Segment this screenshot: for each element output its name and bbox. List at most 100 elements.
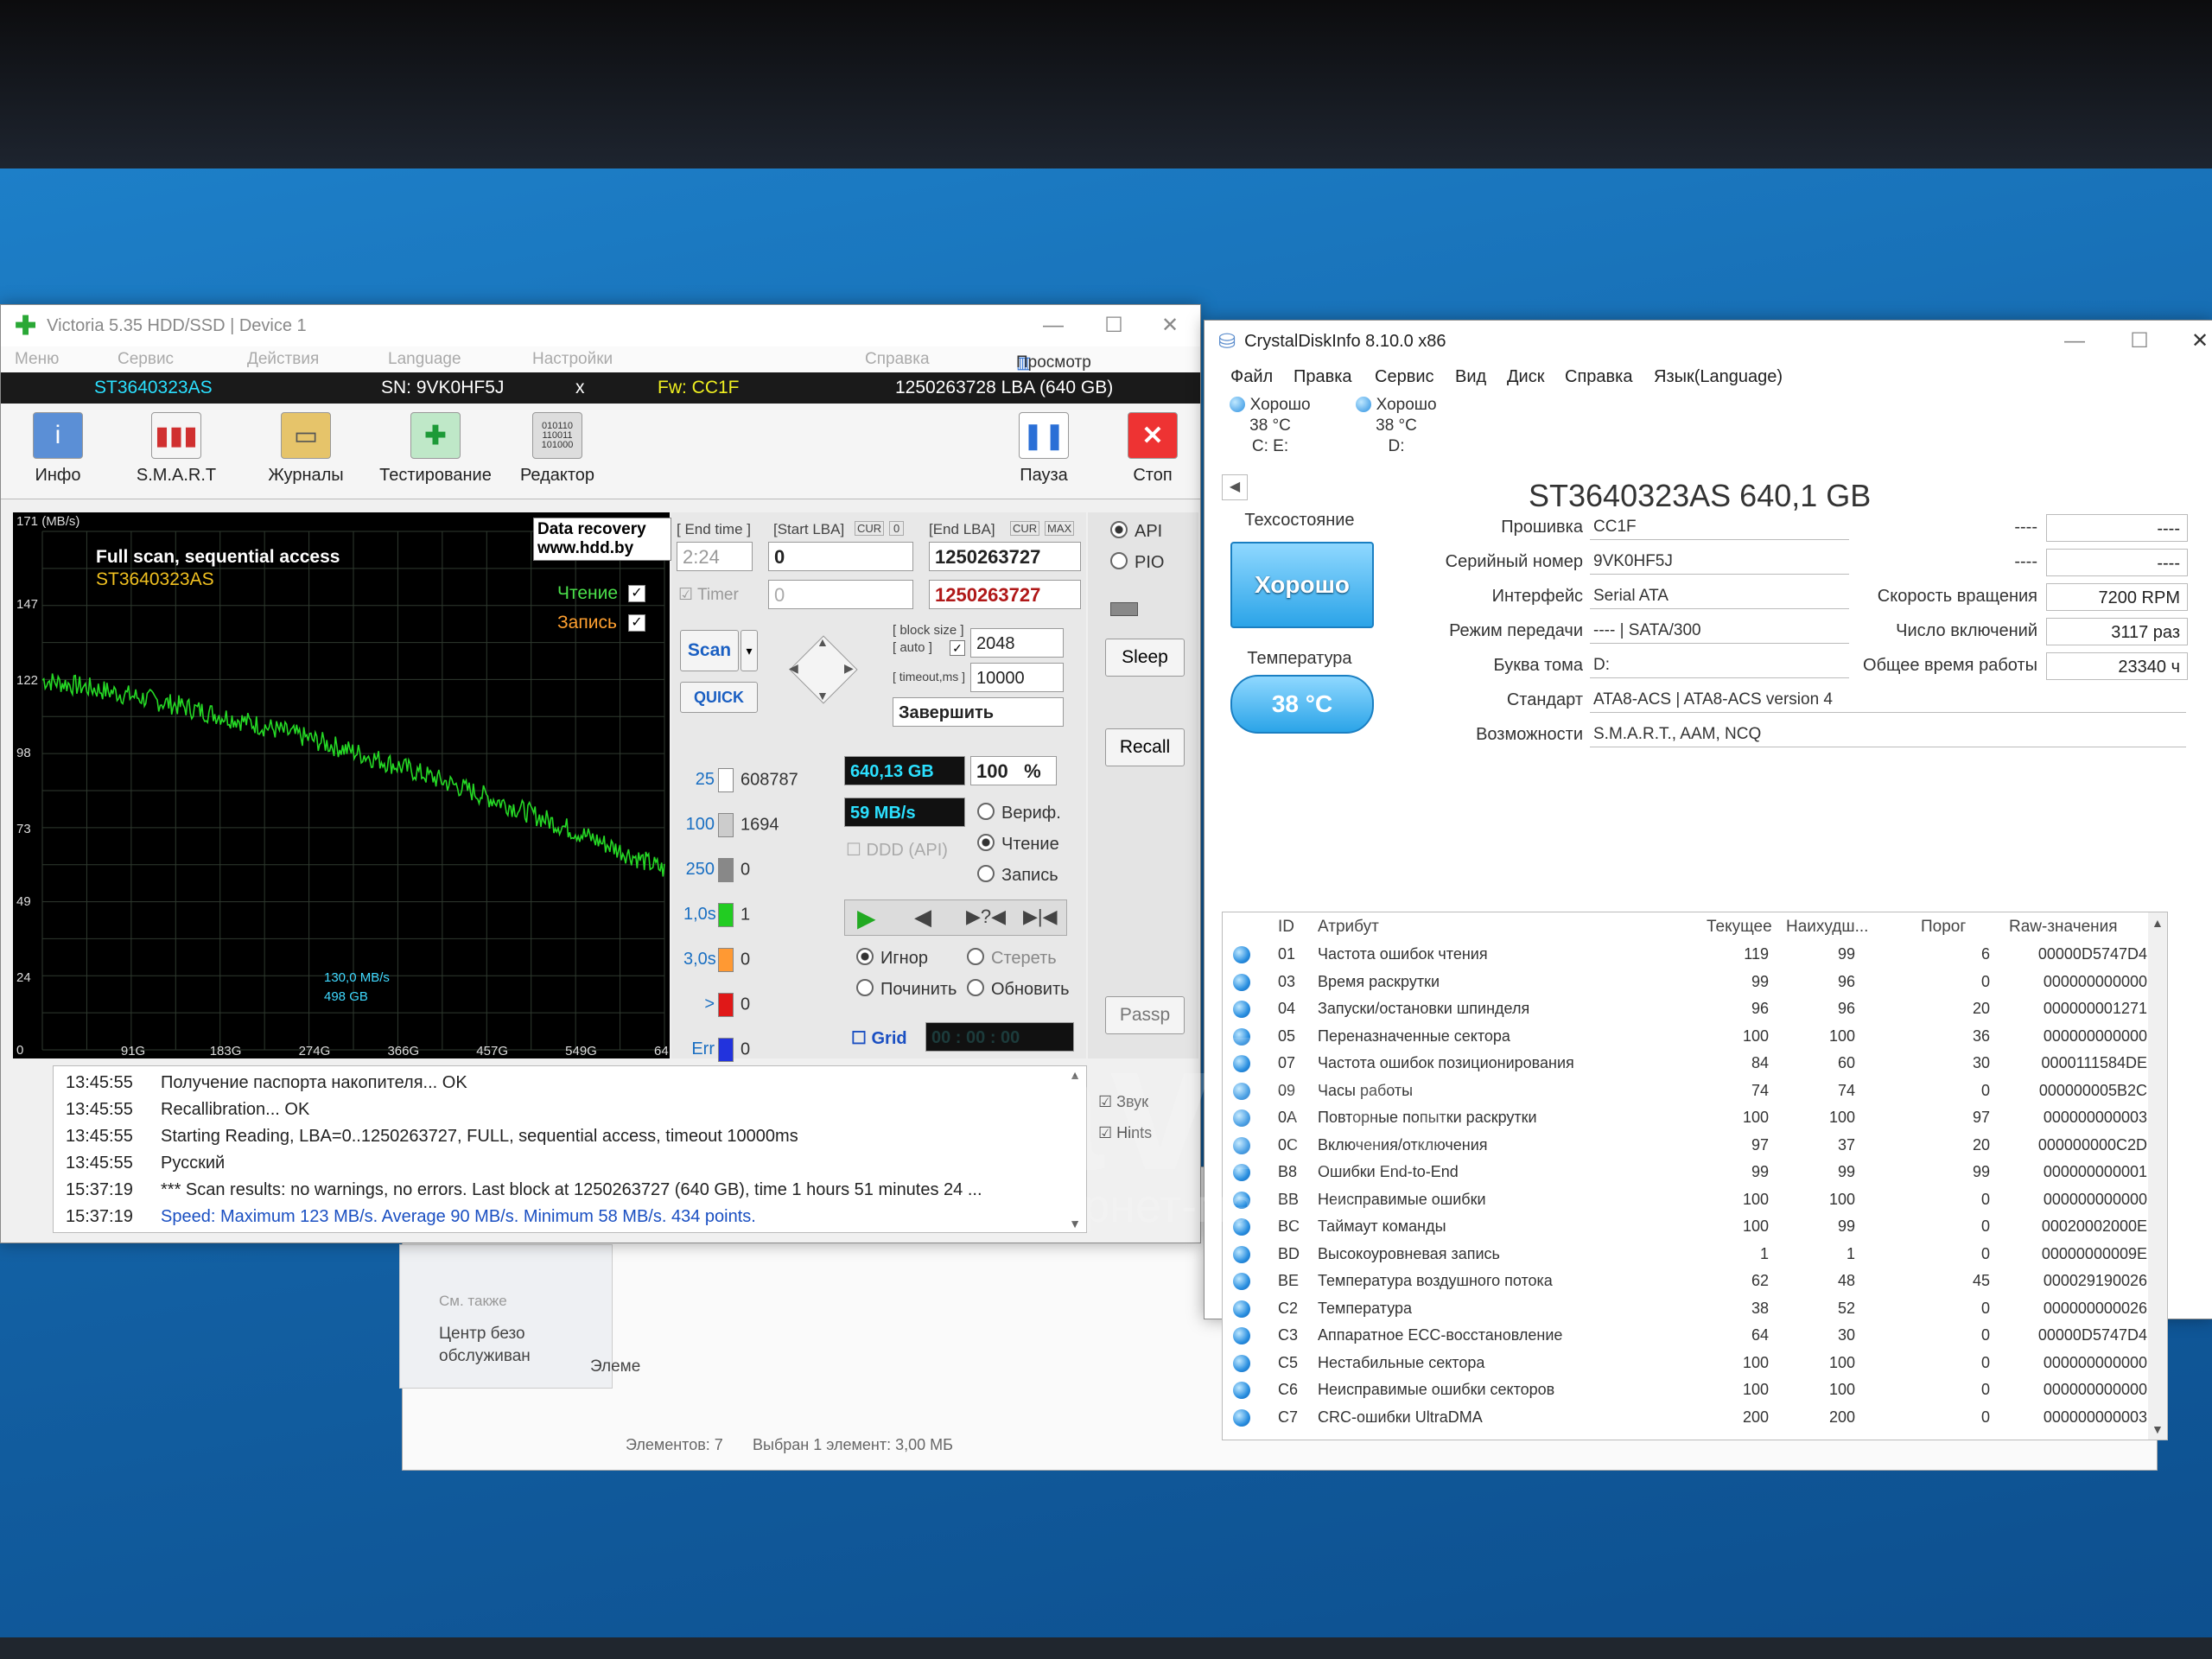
device-close[interactable]: x bbox=[575, 378, 585, 398]
finish-select[interactable]: Завершить bbox=[893, 697, 1064, 727]
block-size-select[interactable]: 2048 bbox=[970, 628, 1064, 658]
menu-item[interactable]: Меню bbox=[15, 350, 59, 369]
smart-col-attribute[interactable]: Атрибут bbox=[1318, 918, 1379, 937]
cdi-menu-item[interactable]: Правка bbox=[1294, 367, 1352, 387]
security-center-link[interactable]: Центр безо обслуживан bbox=[439, 1323, 531, 1368]
pause-button[interactable]: ❚❚ Пауза bbox=[1012, 412, 1076, 486]
drive-tab-c[interactable]: Хорошо 38 °C C: E: bbox=[1215, 395, 1325, 457]
smart-col-threshold[interactable]: Порог bbox=[1921, 918, 1966, 937]
read-checkbox[interactable]: ✓ bbox=[628, 585, 645, 602]
skip-end-icon[interactable]: ▶|◀ bbox=[1023, 906, 1058, 928]
sleep-button[interactable]: Sleep bbox=[1105, 639, 1185, 677]
smart-row[interactable]: C3 Аппаратное ECC-восстановление 64 30 0 0000… bbox=[1223, 1323, 2147, 1349]
smart-row[interactable]: 01 Частота ошибок чтения 119 99 6 00000D5747D… bbox=[1223, 942, 2147, 968]
minimize-button[interactable]: — bbox=[1027, 310, 1079, 341]
smart-row[interactable]: BD Высокоуровневая запись 1 1 0 00000000009E bbox=[1223, 1242, 2147, 1268]
read-radio[interactable]: Чтение bbox=[977, 834, 1059, 855]
arrow-down-icon[interactable]: ▼ bbox=[817, 689, 829, 702]
info-field-value[interactable]: 9VK0HF5J bbox=[1590, 549, 1849, 575]
write-radio[interactable]: Запись bbox=[977, 865, 1058, 886]
quick-button[interactable]: QUICK bbox=[680, 682, 758, 713]
info-right-value[interactable]: 23340 ч bbox=[2046, 652, 2188, 680]
info-right-value[interactable]: ---- bbox=[2046, 549, 2188, 576]
recall-button[interactable]: Recall bbox=[1105, 728, 1185, 766]
info-right-value[interactable]: ---- bbox=[2046, 514, 2188, 542]
info-right-value[interactable]: 7200 RPM bbox=[2046, 583, 2188, 611]
seek-unknown-icon[interactable]: ▶?◀ bbox=[966, 906, 1006, 928]
cdi-titlebar[interactable]: ⛁ CrystalDiskInfo 8.10.0 x86 — ☐ ✕ bbox=[1205, 321, 2212, 362]
rewind-icon[interactable]: ◀ bbox=[914, 904, 931, 931]
smart-row[interactable]: C5 Нестабильные сектора 100 100 0 00000000000… bbox=[1223, 1351, 2147, 1376]
stop-button[interactable]: ✕ Стоп bbox=[1121, 412, 1185, 486]
menu-item[interactable]: Справка bbox=[865, 350, 930, 369]
scan-button[interactable]: Scan bbox=[680, 630, 739, 671]
menu-item[interactable]: Действия bbox=[247, 350, 319, 369]
end-lba-input-2[interactable]: 1250263727 bbox=[929, 580, 1081, 609]
scroll-down-icon[interactable]: ▼ bbox=[2152, 1422, 2164, 1436]
ignore-radio[interactable]: Игнор bbox=[856, 948, 928, 969]
end-lba-max-button[interactable]: MAX bbox=[1045, 521, 1075, 536]
prev-disk-button[interactable]: ◀ bbox=[1222, 474, 1248, 500]
start-lba-cur-button[interactable]: CUR bbox=[855, 521, 885, 536]
event-log[interactable]: 13:45:55 Получение паспорта накопителя...… bbox=[53, 1065, 1087, 1233]
info-right-value[interactable]: 3117 раз bbox=[2046, 618, 2188, 645]
smart-col-worst[interactable]: Наихудш... bbox=[1786, 918, 1868, 937]
menu-item[interactable]: Language bbox=[388, 350, 461, 369]
refresh-radio[interactable]: Обновить bbox=[967, 979, 1070, 1000]
drive-tab-d[interactable]: Хорошо 38 °C D: bbox=[1341, 395, 1452, 460]
repair-radio[interactable]: Починить bbox=[856, 979, 957, 1000]
arrow-left-icon[interactable]: ◀ bbox=[789, 661, 798, 676]
end-lba-input[interactable]: 1250263727 bbox=[929, 542, 1081, 571]
victoria-titlebar[interactable]: ✚ Victoria 5.35 HDD/SSD | Device 1 — ☐ ✕ bbox=[1, 305, 1200, 346]
scan-dropdown[interactable]: ▾ bbox=[741, 630, 758, 671]
timer-label[interactable]: ☑ Timer bbox=[678, 585, 739, 605]
menu-item[interactable]: Сервис bbox=[118, 350, 174, 369]
menu-item[interactable]: Настройки bbox=[532, 350, 613, 369]
smart-col-raw[interactable]: Raw-значения bbox=[2009, 918, 2118, 937]
cdi-close-button[interactable]: ✕ bbox=[2174, 326, 2212, 357]
arrow-up-icon[interactable]: ▲ bbox=[817, 635, 829, 649]
auto-checkbox[interactable]: ✓ bbox=[950, 640, 965, 656]
info-field-value[interactable]: ---- | SATA/300 bbox=[1590, 618, 1849, 644]
cdi-minimize-button[interactable]: — bbox=[2049, 326, 2101, 357]
start-lba-input[interactable]: 0 bbox=[768, 542, 913, 571]
info-field-value[interactable]: CC1F bbox=[1590, 514, 1849, 540]
direction-pad[interactable]: ▲ ▼ ◀ ▶ bbox=[784, 630, 861, 708]
control-panel-window[interactable]: См. также Центр безо обслуживан Элеме bbox=[399, 1244, 640, 1389]
logs-button[interactable]: ▭ Журналы bbox=[258, 412, 353, 486]
info-field-value[interactable]: D: bbox=[1590, 652, 1849, 678]
info-field-value[interactable]: Serial ATA bbox=[1590, 583, 1849, 609]
info-button[interactable]: i Инфо bbox=[27, 412, 89, 486]
smart-col-id[interactable]: ID bbox=[1278, 918, 1294, 937]
cdi-maximize-button[interactable]: ☐ bbox=[2113, 326, 2165, 357]
smart-row[interactable]: BE Температура воздушного потока 62 48 45 000… bbox=[1223, 1268, 2147, 1294]
info-field-value[interactable]: ATA8-ACS | ATA8-ACS version 4 bbox=[1590, 687, 2186, 713]
smart-row[interactable]: C2 Температура 38 52 0 000000000026 bbox=[1223, 1296, 2147, 1322]
cdi-menu-item[interactable]: Диск bbox=[1507, 367, 1544, 387]
end-lba-cur-button[interactable]: CUR bbox=[1010, 521, 1040, 536]
verify-radio[interactable]: Вериф. bbox=[977, 803, 1061, 823]
smart-row[interactable]: 03 Время раскрутки 99 96 0 000000000000 bbox=[1223, 969, 2147, 995]
testing-button[interactable]: ✚ Тестирование bbox=[371, 412, 500, 486]
info-field-value[interactable]: S.M.A.R.T., AAM, NCQ bbox=[1590, 721, 2186, 747]
data-recovery-badge[interactable]: Data recovery www.hdd.by bbox=[533, 518, 671, 561]
smart-col-current[interactable]: Текущее bbox=[1707, 918, 1772, 937]
grid-checkbox[interactable]: ☐ Grid bbox=[851, 1027, 907, 1049]
scroll-up-icon[interactable]: ▲ bbox=[2152, 916, 2164, 930]
timer-input[interactable]: 0 bbox=[768, 580, 913, 609]
play-icon[interactable]: ▶ bbox=[857, 904, 876, 932]
cdi-menu-item[interactable]: Справка bbox=[1565, 367, 1632, 387]
erase-radio[interactable]: Стереть bbox=[967, 948, 1057, 969]
arrow-right-icon[interactable]: ▶ bbox=[844, 661, 854, 676]
close-button[interactable]: ✕ bbox=[1144, 310, 1196, 341]
cdi-menu-item[interactable]: Вид bbox=[1455, 367, 1486, 387]
health-status-button[interactable]: Хорошо bbox=[1230, 542, 1374, 628]
cdi-menu-item[interactable]: Сервис bbox=[1375, 367, 1434, 387]
pio-radio[interactable]: PIO bbox=[1110, 552, 1164, 573]
start-lba-zero-button[interactable]: 0 bbox=[889, 521, 905, 536]
smart-row[interactable]: C7 CRC-ошибки UltraDMA 200 200 0 000000000003 bbox=[1223, 1405, 2147, 1431]
smart-button[interactable]: ▮▮▮ S.M.A.R.T bbox=[129, 412, 224, 486]
ddd-api-option[interactable]: ☐ DDD (API) bbox=[846, 839, 948, 861]
cdi-menu-item[interactable]: Файл bbox=[1230, 367, 1273, 387]
maximize-button[interactable]: ☐ bbox=[1088, 310, 1140, 341]
